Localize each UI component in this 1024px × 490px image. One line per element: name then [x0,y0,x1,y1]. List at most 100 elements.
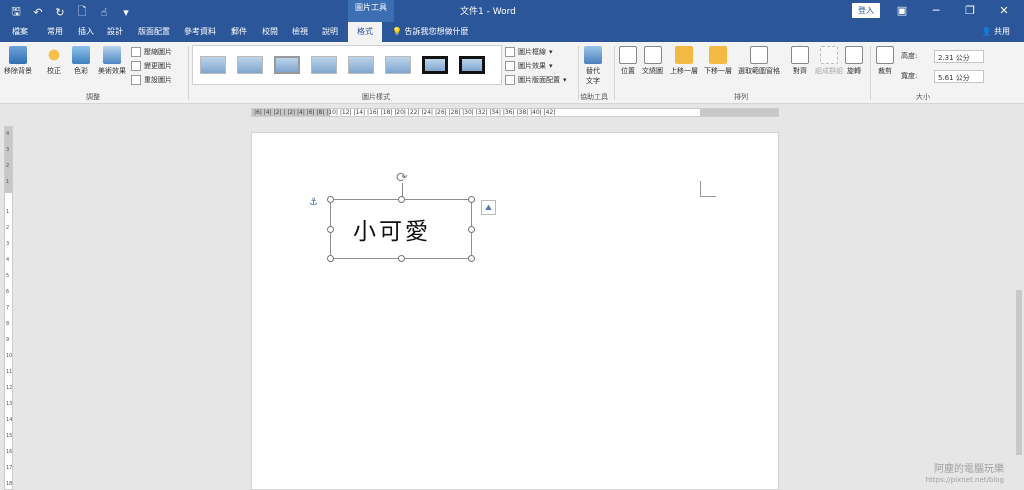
vertical-ruler[interactable]: 4 3 2 1 1 2 3 4 5 6 7 8 9 10 11 12 13 14… [4,126,13,490]
tab-mailings[interactable]: 郵件 [231,26,247,37]
tab-insert[interactable]: 插入 [78,26,94,37]
picture-layout-label: 圖片版面配置 [518,76,560,84]
ribbon: 移除背景 校正 色彩 美術效果 壓縮圖片 變更圖片 重設圖片 調整 圖片框線 ▾ … [0,42,1024,104]
crop-label: 裁剪 [878,67,892,75]
rotate-icon [845,46,863,64]
ribbon-tabs: 檔案 常用 插入 設計 版面配置 參考資料 郵件 校閱 檢視 說明 格式 💡 告… [0,22,1024,42]
picture-style-5[interactable] [348,56,374,74]
vruler-number: 17 [6,465,13,471]
close-icon[interactable]: ✕ [992,4,1016,17]
separator [188,46,189,100]
reset-picture-button[interactable]: 重設圖片 [131,75,172,85]
picture-style-7[interactable] [422,56,448,74]
compress-pictures-button[interactable]: 壓縮圖片 [131,47,172,57]
picture-border-button[interactable]: 圖片框線 ▾ [505,47,553,57]
send-backward-label: 下移一層 [704,67,732,75]
resize-handle[interactable] [398,255,405,262]
save-icon[interactable]: 🖫 [8,3,24,22]
alt-text-button[interactable]: 替代 文字 [584,46,602,86]
wrap-text-button[interactable]: 文繞圖 [642,46,663,76]
picture-style-6[interactable] [385,56,411,74]
change-picture-label: 變更圖片 [144,62,172,70]
tell-me-search[interactable]: 💡 告訴我您想做什麼 [392,26,469,37]
rotate-button[interactable]: 旋轉 [845,46,863,76]
picture-style-1[interactable] [200,56,226,74]
width-input[interactable]: 5.61 公分 [934,70,984,83]
alt-text-icon [584,46,602,64]
picture-layout-button[interactable]: 圖片版面配置 ▾ [505,75,567,85]
customize-qat-icon[interactable]: ▾ [118,6,134,19]
remove-background-button[interactable]: 移除背景 [4,46,32,76]
vertical-scrollbar[interactable] [1014,120,1024,490]
wrap-text-icon [643,46,662,64]
tab-references[interactable]: 參考資料 [184,26,216,37]
height-input[interactable]: 2.31 公分 [934,50,984,63]
ribbon-display-icon[interactable]: ▣ [890,4,914,17]
align-button[interactable]: 對齊 [791,46,809,76]
accessibility-group-label: 協助工具 [580,93,608,101]
position-label: 位置 [621,67,635,75]
vruler-number: 4 [6,257,10,263]
redo-icon[interactable]: ↻ [52,6,68,19]
tab-view[interactable]: 檢視 [292,26,308,37]
picture-border-label: 圖片框線 [518,48,546,56]
bring-forward-icon [675,46,693,64]
watermark-line-2: https://pixnet.net/blog [925,476,1004,484]
corrections-button[interactable]: 校正 [45,46,63,76]
ruler-right-margin [700,109,778,116]
separator [578,46,579,100]
resize-handle[interactable] [398,196,405,203]
picture-style-2[interactable] [237,56,263,74]
resize-handle[interactable] [327,226,334,233]
selected-picture[interactable]: 小可愛 [327,196,475,262]
crop-button[interactable]: 裁剪 [876,46,894,76]
vruler-number: 3 [6,241,10,247]
color-button[interactable]: 色彩 [72,46,90,76]
margin-corner-mark [700,181,716,197]
tab-layout[interactable]: 版面配置 [138,26,170,37]
window-controls: 登入 ▣ ─ ❐ ✕ [852,3,1016,18]
minimize-icon[interactable]: ─ [924,4,948,17]
layout-options-icon[interactable]: ⛰ [481,200,496,215]
width-label: 寬度: [901,72,918,80]
resize-handle[interactable] [468,255,475,262]
scrollbar-thumb[interactable] [1016,290,1022,455]
tab-file[interactable]: 檔案 [12,26,28,37]
tab-home[interactable]: 常用 [47,26,63,37]
picture-styles-gallery[interactable] [192,45,502,85]
picture-layout-icon [505,75,515,85]
group-button[interactable]: 組成群組 [815,46,843,76]
picture-style-4[interactable] [311,56,337,74]
share-button[interactable]: 👤 共用 [981,26,1010,37]
bring-forward-button[interactable]: 上移一層 [670,46,698,76]
arrange-group-label: 排列 [734,93,748,101]
tab-format[interactable]: 格式 [348,22,382,42]
tab-review[interactable]: 校閱 [262,26,278,37]
picture-border-icon [505,47,515,57]
remove-background-label: 移除背景 [4,67,32,75]
picture-style-8[interactable] [459,56,485,74]
maximize-icon[interactable]: ❐ [958,4,982,17]
alt-text-label-1: 替代 [586,67,600,75]
send-backward-button[interactable]: 下移一層 [704,46,732,76]
undo-icon[interactable]: ↶ [30,6,46,19]
tab-design[interactable]: 設計 [107,26,123,37]
horizontal-ruler[interactable]: |6| |4| |2| | |2| |4| |6| |8| |10| |12| … [251,108,779,117]
resize-handle[interactable] [327,255,334,262]
change-picture-button[interactable]: 變更圖片 [131,61,172,71]
position-button[interactable]: 位置 [619,46,637,76]
color-label: 色彩 [74,67,88,75]
picture-effects-button[interactable]: 圖片效果 ▾ [505,61,553,71]
new-doc-icon[interactable]: 🗋 [74,3,90,22]
tab-help[interactable]: 說明 [322,26,338,37]
picture-style-3[interactable] [274,56,300,74]
selection-pane-button[interactable]: 選取範圍窗格 [738,46,780,76]
resize-handle[interactable] [468,226,475,233]
artistic-effects-button[interactable]: 美術效果 [98,46,126,76]
document-page[interactable]: ⟳ ⚓ 小可愛 ⛰ [251,132,779,490]
touch-mode-icon[interactable]: ☝ [96,6,112,19]
resize-handle[interactable] [468,196,475,203]
picture-effects-icon [505,61,515,71]
signin-button[interactable]: 登入 [852,3,880,18]
resize-handle[interactable] [327,196,334,203]
